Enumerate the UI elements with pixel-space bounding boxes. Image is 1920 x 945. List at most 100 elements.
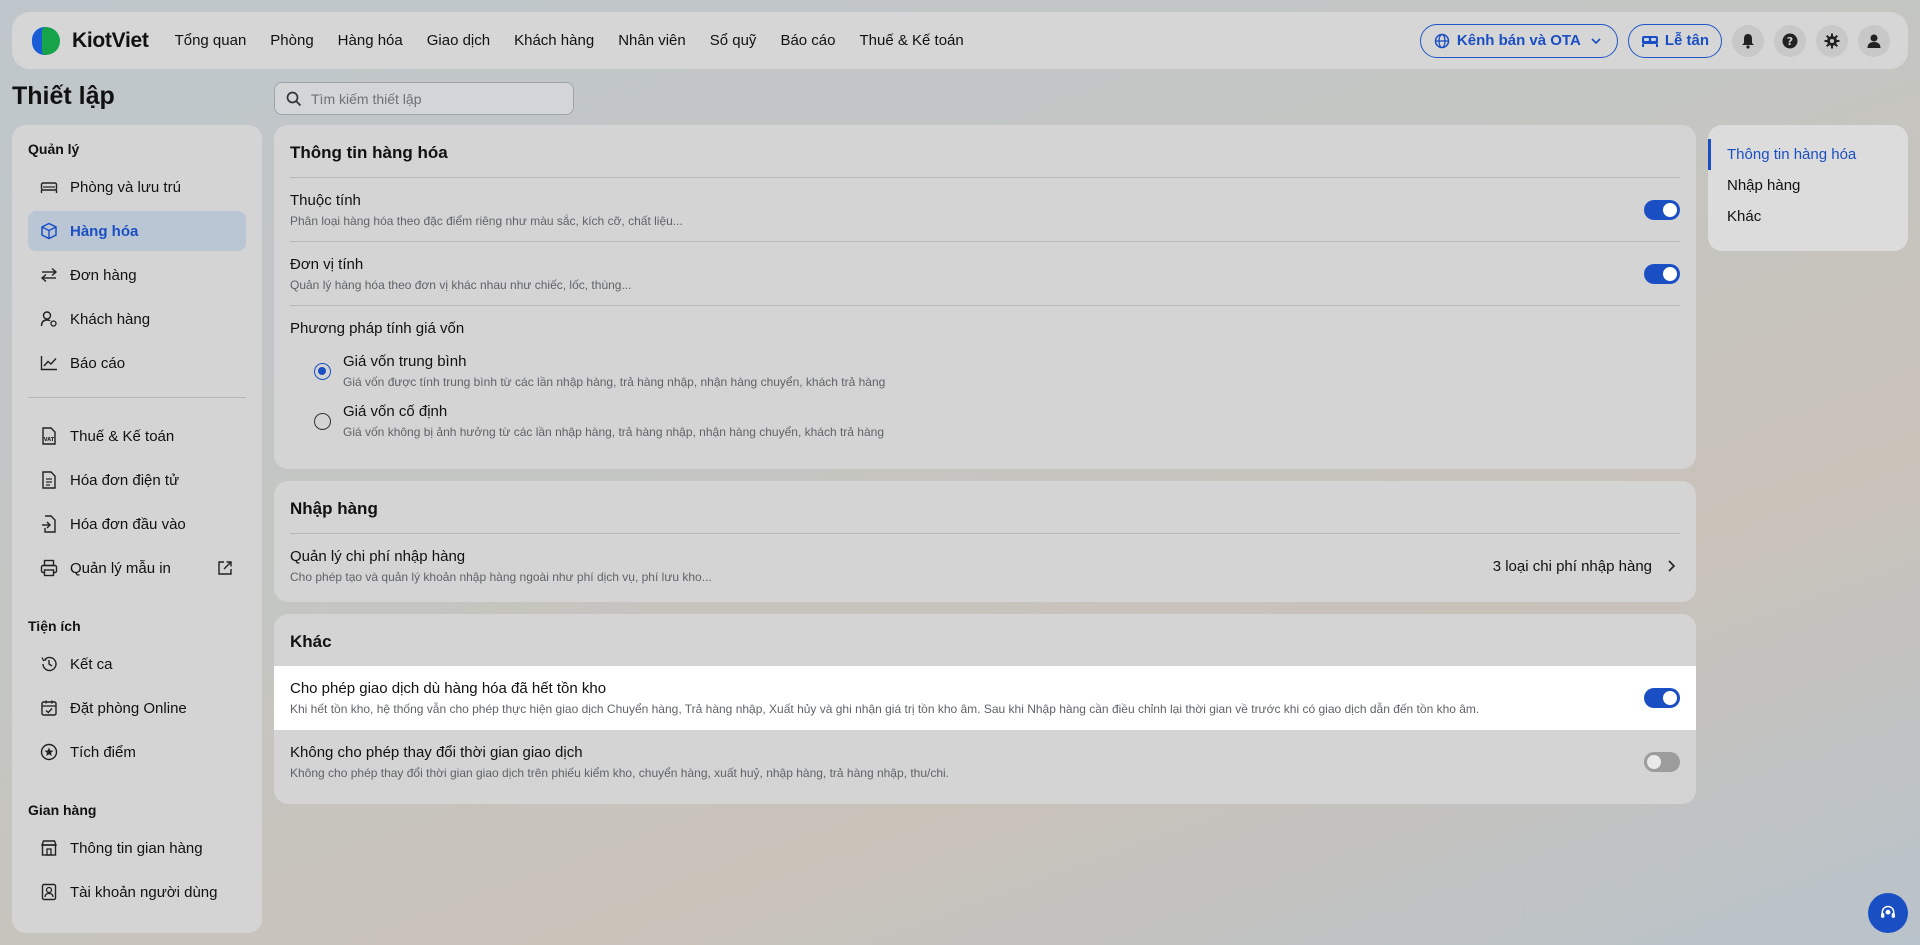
sidebar-divider <box>28 397 246 398</box>
lock-transaction-time-toggle[interactable] <box>1644 752 1680 772</box>
setting-title: Không cho phép thay đổi thời gian giao d… <box>290 744 583 761</box>
settings-search-input[interactable] <box>311 90 551 107</box>
chart-line-icon <box>40 354 58 372</box>
setting-description: Phân loại hàng hóa theo đặc điểm riêng n… <box>290 213 683 228</box>
sidebar-item-online-booking[interactable]: Đặt phòng Online <box>28 688 246 728</box>
settings-search[interactable] <box>274 82 574 115</box>
setting-title: Đơn vị tính <box>290 255 364 273</box>
anchor-import[interactable]: Nhập hàng <box>1708 170 1908 201</box>
sidebar-item-label: Đặt phòng Online <box>70 699 187 717</box>
nav-item-rooms[interactable]: Phòng <box>270 32 313 49</box>
vat-document-icon: VAT <box>40 427 58 445</box>
nav-item-goods[interactable]: Hàng hóa <box>338 32 403 49</box>
brand-name: KiotViet <box>72 28 149 52</box>
nav-item-tax-accounting[interactable]: Thuế & Kế toán <box>859 32 963 49</box>
lock-transaction-time-row: Không cho phép thay đổi thời gian giao d… <box>290 730 1680 794</box>
sidebar-group-store: Gian hàng <box>28 802 97 818</box>
nav-item-overview[interactable]: Tổng quan <box>175 32 247 49</box>
kiotviet-logo-mark <box>30 24 64 58</box>
svg-text:?: ? <box>1787 35 1793 48</box>
setting-title: Quản lý chi phí nhập hàng <box>290 548 466 565</box>
main-nav: Tổng quan Phòng Hàng hóa Giao dịch Khách… <box>175 32 964 49</box>
sidebar-group-management: Quản lý <box>28 141 80 157</box>
sidebar-item-tax-accounting[interactable]: VAT Thuế & Kế toán <box>28 416 246 456</box>
section-title: Khác <box>290 632 332 651</box>
bed-icon <box>1641 32 1659 50</box>
sidebar-group-utilities: Tiện ích <box>28 618 81 634</box>
printer-icon <box>40 559 58 577</box>
attributes-toggle[interactable] <box>1644 199 1680 220</box>
calendar-check-icon <box>40 699 58 717</box>
import-cost-row[interactable]: Quản lý chi phí nhập hàng Cho phép tạo v… <box>290 534 1680 598</box>
sidebar-item-loyalty-points[interactable]: Tích điểm <box>28 732 246 772</box>
sidebar-item-goods[interactable]: Hàng hóa <box>28 211 246 251</box>
headset-icon <box>1879 904 1897 922</box>
page-title: Thiết lập <box>12 82 115 110</box>
cost-method-label: Phương pháp tính giá vốn <box>290 320 465 337</box>
help-button[interactable]: ? <box>1774 24 1806 57</box>
top-navigation-bar: KiotViet Tổng quan Phòng Hàng hóa Giao d… <box>12 12 1908 69</box>
section-title: Nhập hàng <box>290 481 1680 534</box>
channel-ota-dropdown[interactable]: Kênh bán và OTA <box>1419 23 1618 58</box>
sidebar-item-input-invoice[interactable]: Hóa đơn đầu vào <box>28 504 246 544</box>
nav-item-customers[interactable]: Khách hàng <box>514 32 594 49</box>
settings-sidebar: Quản lý Phòng và lưu trú Hàng hóa Đơn hà… <box>12 125 262 933</box>
support-chat-button[interactable] <box>1868 893 1908 933</box>
nav-item-reports[interactable]: Báo cáo <box>780 32 835 49</box>
sidebar-item-label: Hóa đơn đầu vào <box>70 515 186 533</box>
sidebar-item-label: Khách hàng <box>70 310 151 328</box>
sidebar-item-label: Tích điểm <box>70 743 136 761</box>
sidebar-item-orders[interactable]: Đơn hàng <box>28 255 246 295</box>
bed-icon <box>40 178 58 196</box>
nav-item-transactions[interactable]: Giao dịch <box>427 32 490 49</box>
sidebar-item-customers[interactable]: Khách hàng <box>28 299 246 339</box>
other-section: Khác Cho phép giao dịch dù hàng hóa đã h… <box>274 614 1696 804</box>
nav-item-staff[interactable]: Nhân viên <box>618 32 686 49</box>
account-button[interactable] <box>1858 24 1890 57</box>
sidebar-item-reports[interactable]: Báo cáo <box>28 343 246 383</box>
store-icon <box>40 839 58 857</box>
user-settings-icon <box>40 310 58 328</box>
sidebar-item-label: Đơn hàng <box>70 266 137 284</box>
import-cost-link[interactable]: 3 loại chi phí nhập hàng <box>1493 557 1680 575</box>
globe-icon <box>1433 32 1451 50</box>
notifications-button[interactable] <box>1732 24 1764 57</box>
sidebar-item-label: Tài khoản người dùng <box>70 883 218 901</box>
setting-description: Không cho phép thay đổi thời gian giao d… <box>290 766 950 780</box>
kiotviet-logo[interactable]: KiotViet <box>30 24 149 58</box>
radio-button-checked[interactable] <box>314 363 331 380</box>
user-icon <box>1865 32 1883 50</box>
swap-icon <box>40 266 58 284</box>
cost-method-average-option[interactable]: Giá vốn trung bình Giá vốn được tính tru… <box>290 347 1680 397</box>
allow-out-of-stock-toggle[interactable] <box>1644 688 1680 708</box>
goods-info-section: Thông tin hàng hóa Thuộc tính Phân loại … <box>274 125 1696 469</box>
nav-item-cashbook[interactable]: Sổ quỹ <box>710 32 757 49</box>
bell-icon <box>1739 32 1757 50</box>
reception-button[interactable]: Lễ tân <box>1627 23 1722 58</box>
sidebar-item-shift-close[interactable]: Kết ca <box>28 644 246 684</box>
anchor-other[interactable]: Khác <box>1708 201 1908 232</box>
allow-out-of-stock-row: Cho phép giao dịch dù hàng hóa đã hết tồ… <box>274 666 1696 730</box>
units-toggle[interactable] <box>1644 263 1680 284</box>
star-circle-icon <box>40 743 58 761</box>
attributes-setting-row: Thuộc tính Phân loại hàng hóa theo đặc đ… <box>290 178 1680 242</box>
cost-method-fixed-option[interactable]: Giá vốn cố định Giá vốn không bị ảnh hưở… <box>290 397 1680 447</box>
sidebar-item-rooms[interactable]: Phòng và lưu trú <box>28 167 246 207</box>
box-icon <box>40 222 58 240</box>
option-title: Giá vốn trung bình <box>343 353 467 370</box>
sidebar-item-user-accounts[interactable]: Tài khoản người dùng <box>28 872 246 912</box>
sidebar-item-label: Thuế & Kế toán <box>70 427 175 445</box>
settings-button[interactable] <box>1816 24 1848 57</box>
sidebar-item-e-invoice[interactable]: Hóa đơn điện tử <box>28 460 246 500</box>
sidebar-item-print-templates[interactable]: Quản lý mẫu in <box>28 548 246 588</box>
topbar-actions: Kênh bán và OTA Lễ tân ? <box>1419 23 1890 58</box>
sidebar-item-store-info[interactable]: Thông tin gian hàng <box>28 828 246 868</box>
setting-description: Khi hết tồn kho, hệ thống vẫn cho phép t… <box>290 702 1480 716</box>
option-title: Giá vốn cố định <box>343 403 448 420</box>
channel-ota-label: Kênh bán và OTA <box>1456 32 1581 49</box>
svg-text:VAT: VAT <box>44 437 55 443</box>
sidebar-item-label: Phòng và lưu trú <box>70 178 181 196</box>
external-link-icon[interactable] <box>216 559 234 577</box>
anchor-goods-info[interactable]: Thông tin hàng hóa <box>1708 139 1908 170</box>
radio-button-unchecked[interactable] <box>314 413 331 430</box>
